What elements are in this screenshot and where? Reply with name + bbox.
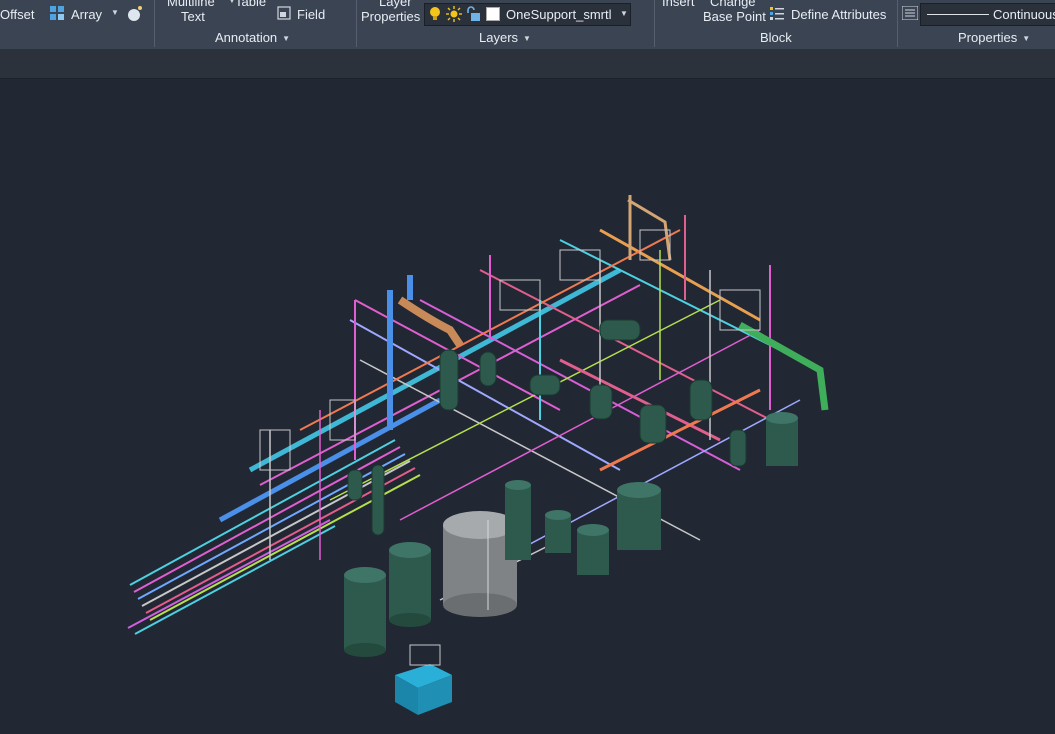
layer-properties-button[interactable]: Layer Properties bbox=[361, 0, 425, 28]
field-button[interactable]: Field bbox=[277, 5, 352, 23]
array-dropdown-icon[interactable]: ▼ bbox=[111, 8, 119, 17]
unlock-icon[interactable] bbox=[465, 6, 481, 22]
table-button[interactable]: Table bbox=[235, 0, 266, 9]
field-label: Field bbox=[297, 7, 326, 22]
tank-center-right bbox=[577, 524, 609, 575]
array-icon bbox=[50, 6, 64, 20]
multiline-text-label-top: Multiline bbox=[167, 0, 215, 9]
tank-left-back bbox=[389, 542, 431, 627]
linetype-value: Continuous bbox=[993, 7, 1055, 22]
offset-button[interactable]: Offset bbox=[0, 7, 34, 22]
current-layer-name: OneSupport_smrtl bbox=[506, 7, 612, 22]
green-elbow-pipe bbox=[738, 321, 829, 411]
tank-far-right bbox=[766, 412, 798, 466]
array-button[interactable]: Array ▼ bbox=[50, 5, 120, 23]
ribbon: Offset Array ▼ Multiline Text ▼ Table Fi… bbox=[0, 0, 1055, 50]
define-attributes-button[interactable]: Define Attributes bbox=[770, 5, 895, 23]
modify-panel: Offset Array ▼ bbox=[0, 0, 153, 49]
explode-icon[interactable] bbox=[126, 5, 144, 23]
tank-mid-short bbox=[545, 510, 571, 553]
linetype-dropdown[interactable]: Continuous bbox=[920, 3, 1055, 26]
layer-color-swatch[interactable] bbox=[486, 7, 500, 21]
change-base-point-button[interactable]: Change Base Point bbox=[701, 0, 767, 28]
annotation-panel: Multiline Text ▼ Table Field Annotation ▼ bbox=[155, 0, 355, 49]
properties-panel: Continuous Properties ▼ bbox=[898, 0, 1055, 49]
layers-panel: Layer Properties OneSupport_smrtl ▼ Laye… bbox=[357, 0, 654, 49]
block-panel: Insert Change Base Point Define Attribut… bbox=[655, 0, 897, 49]
insert-button[interactable]: Insert bbox=[662, 0, 695, 9]
multiline-text-label-bottom: Text bbox=[181, 9, 205, 24]
block-panel-title[interactable]: Block bbox=[760, 30, 792, 45]
drawing-tabs-strip bbox=[0, 49, 1055, 79]
linetype-sample-line bbox=[927, 14, 989, 15]
layer-properties-label-top: Layer bbox=[379, 0, 412, 9]
sun-icon[interactable] bbox=[446, 6, 462, 22]
layers-expand-icon: ▼ bbox=[523, 34, 531, 44]
tank-mid-tall bbox=[505, 480, 531, 560]
tank-left-front bbox=[344, 567, 386, 657]
layer-dropdown-arrow-icon[interactable]: ▼ bbox=[620, 9, 628, 18]
array-label: Array bbox=[71, 7, 103, 22]
annotation-panel-title[interactable]: Annotation ▼ bbox=[215, 30, 290, 45]
layers-title-text: Layers bbox=[479, 30, 519, 45]
block-title-text: Block bbox=[760, 30, 792, 45]
plant-3d-model bbox=[127, 195, 829, 715]
change-base-label-top: Change bbox=[710, 0, 756, 9]
change-base-label-bottom: Base Point bbox=[703, 9, 766, 24]
define-attributes-label: Define Attributes bbox=[791, 7, 887, 22]
multiline-text-button[interactable]: Multiline Text ▼ bbox=[165, 0, 236, 28]
properties-expand-icon: ▼ bbox=[1022, 34, 1031, 44]
model-viewport[interactable] bbox=[0, 79, 1055, 734]
annotation-expand-icon: ▼ bbox=[282, 34, 291, 44]
properties-panel-title[interactable]: Properties ▼ bbox=[958, 30, 1030, 45]
tank-right-wide bbox=[617, 482, 661, 550]
properties-title-text: Properties bbox=[958, 30, 1018, 45]
define-attributes-icon bbox=[770, 7, 784, 20]
linetype-icon bbox=[902, 6, 918, 20]
copper-elbow-pipe bbox=[397, 296, 464, 348]
annotation-title-text: Annotation bbox=[215, 30, 278, 45]
lightbulb-icon[interactable] bbox=[428, 6, 442, 22]
field-icon bbox=[277, 6, 291, 20]
layers-panel-title[interactable]: Layers ▼ bbox=[479, 30, 531, 45]
cyan-equipment-box bbox=[395, 664, 452, 715]
layer-properties-label-bottom: Properties bbox=[361, 9, 421, 24]
layer-dropdown[interactable]: OneSupport_smrtl ▼ bbox=[424, 3, 631, 26]
